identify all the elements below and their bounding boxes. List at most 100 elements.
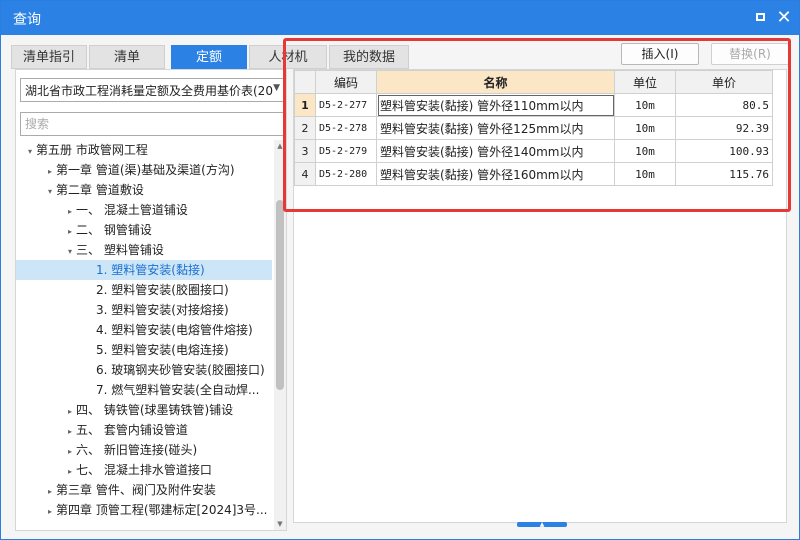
maximize-button[interactable]	[749, 7, 771, 29]
header-price[interactable]: 单价	[675, 70, 773, 94]
tree-scrollbar[interactable]: ▲ ▼	[274, 140, 286, 530]
insert-button[interactable]: 插入(I)	[621, 43, 699, 65]
replace-button[interactable]: 替换(R)	[711, 43, 789, 65]
tree-item[interactable]: ▾ 三、 塑料管铺设	[16, 240, 272, 260]
expand-icon[interactable]: ▸	[44, 502, 56, 520]
tree-item[interactable]: ▸ 二、 钢管铺设	[16, 220, 272, 240]
tree-item-label: 2. 塑料管安装(胶圈接口)	[96, 283, 229, 297]
table-row[interactable]: 1 D5-2-277 塑料管安装(黏接) 管外径110mm以内 10m 80.5	[294, 93, 773, 117]
table-header-row: 编码 名称 单位 单价	[294, 70, 773, 94]
cell-name[interactable]: 塑料管安装(黏接) 管外径160mm以内	[376, 162, 615, 186]
header-code[interactable]: 编码	[315, 70, 377, 94]
expand-icon[interactable]: ▸	[64, 222, 76, 240]
tree-item[interactable]: 7. 燃气塑料管安装(全自动焊...	[16, 380, 272, 400]
tree-item[interactable]: ▸ 第四章 顶管工程(鄂建标定[2024]3号...	[16, 500, 272, 520]
tree-item-label: 第一章 管道(渠)基础及渠道(方沟)	[56, 163, 235, 177]
cell-price[interactable]: 115.76	[675, 162, 773, 186]
collapse-icon[interactable]: ▾	[64, 242, 76, 260]
tree-item[interactable]: ▸ 七、 混凝土排水管道接口	[16, 460, 272, 480]
cell-price[interactable]: 80.5	[675, 93, 773, 117]
panel-splitter[interactable]: ▲	[517, 522, 567, 528]
tree-item-label: 1. 塑料管安装(黏接)	[96, 263, 205, 277]
row-number[interactable]: 1	[294, 93, 316, 117]
cell-code[interactable]: D5-2-280	[315, 162, 377, 186]
tree-item-label: 第二章 管道敷设	[56, 183, 144, 197]
tab-quota[interactable]: 定额	[171, 45, 247, 69]
title-bar[interactable]: 查询 ✕	[1, 1, 799, 35]
cell-unit[interactable]: 10m	[614, 139, 676, 163]
expand-icon[interactable]: ▸	[64, 442, 76, 460]
tree-item-label: 第四章 顶管工程(鄂建标定[2024]3号...	[56, 503, 268, 517]
expand-icon[interactable]: ▸	[44, 162, 56, 180]
header-unit[interactable]: 单位	[614, 70, 676, 94]
search-input[interactable]	[20, 112, 284, 136]
tree-item-label: 7. 燃气塑料管安装(全自动焊...	[96, 383, 260, 397]
tree-item-label: 第三章 管件、阀门及附件安装	[56, 483, 216, 497]
tree-item[interactable]: ▸ 第一章 管道(渠)基础及渠道(方沟)	[16, 160, 272, 180]
tree-item[interactable]: ▾ 第二章 管道敷设	[16, 180, 272, 200]
expand-icon[interactable]: ▸	[64, 462, 76, 480]
tree-item[interactable]: ▸ 一、 混凝土管道铺设	[16, 200, 272, 220]
tree-item-label: 第五册 市政管网工程	[36, 143, 148, 157]
collapse-icon[interactable]: ▾	[24, 142, 36, 160]
results-table: 编码 名称 单位 单价 1 D5-2-277 塑料管安装(黏接) 管外径110mm以…	[294, 70, 773, 186]
cell-unit[interactable]: 10m	[614, 162, 676, 186]
cell-name[interactable]: 塑料管安装(黏接) 管外径110mm以内	[376, 93, 615, 117]
row-number[interactable]: 4	[294, 162, 316, 186]
tab-labor-material-machine[interactable]: 人材机	[249, 45, 327, 69]
tree-item-label: 二、 钢管铺设	[76, 223, 152, 237]
expand-icon[interactable]: ▸	[44, 482, 56, 500]
tab-my-data[interactable]: 我的数据	[329, 45, 409, 69]
tree-item[interactable]: 5. 塑料管安装(电熔连接)	[16, 340, 272, 360]
cell-name[interactable]: 塑料管安装(黏接) 管外径140mm以内	[376, 139, 615, 163]
header-name[interactable]: 名称	[376, 70, 615, 94]
scroll-up-icon[interactable]: ▲	[274, 140, 286, 152]
table-row[interactable]: 3 D5-2-279 塑料管安装(黏接) 管外径140mm以内 10m 100.93	[294, 139, 773, 163]
close-icon: ✕	[776, 7, 792, 28]
close-button[interactable]: ✕	[773, 7, 795, 29]
tree-item[interactable]: ▸ 四、 铸铁管(球墨铸铁管)铺设	[16, 400, 272, 420]
collapse-icon[interactable]: ▾	[44, 182, 56, 200]
cell-unit[interactable]: 10m	[614, 93, 676, 117]
tree-item[interactable]: ▾ 第五册 市政管网工程	[16, 140, 272, 160]
cell-name[interactable]: 塑料管安装(黏接) 管外径125mm以内	[376, 116, 615, 140]
header-rownum	[294, 70, 316, 94]
cell-unit[interactable]: 10m	[614, 116, 676, 140]
tab-bill[interactable]: 清单	[89, 45, 165, 69]
tree-item[interactable]: 1. 塑料管安装(黏接)	[16, 260, 272, 280]
tree-item-label: 七、 混凝土排水管道接口	[76, 463, 212, 477]
expand-icon[interactable]: ▸	[64, 422, 76, 440]
row-number[interactable]: 3	[294, 139, 316, 163]
row-number[interactable]: 2	[294, 116, 316, 140]
cell-code[interactable]: D5-2-277	[315, 93, 377, 117]
tree-item-label: 一、 混凝土管道铺设	[76, 203, 188, 217]
expand-icon[interactable]: ▸	[64, 202, 76, 220]
scroll-down-icon[interactable]: ▼	[274, 518, 286, 530]
tree-item[interactable]: 4. 塑料管安装(电熔管件熔接)	[16, 320, 272, 340]
query-dialog: 查询 ✕ 清单指引 清单 定额 人材机 我的数据 湖北省市政工程消耗量定额及全费…	[0, 0, 800, 540]
tree-item-label: 四、 铸铁管(球墨铸铁管)铺设	[76, 403, 234, 417]
tree-item[interactable]: ▸ 第三章 管件、阀门及附件安装	[16, 480, 272, 500]
library-select-value: 湖北省市政工程消耗量定额及全费用基价表(20	[25, 84, 273, 98]
library-select[interactable]: 湖北省市政工程消耗量定额及全费用基价表(20 ▼	[20, 78, 284, 102]
cell-price[interactable]: 92.39	[675, 116, 773, 140]
maximize-icon	[755, 13, 765, 21]
scroll-thumb[interactable]	[276, 200, 284, 390]
tree-item[interactable]: ▸ 五、 套管内铺设管道	[16, 420, 272, 440]
table-row[interactable]: 4 D5-2-280 塑料管安装(黏接) 管外径160mm以内 10m 115.76	[294, 162, 773, 186]
table-row[interactable]: 2 D5-2-278 塑料管安装(黏接) 管外径125mm以内 10m 92.39	[294, 116, 773, 140]
tree-item[interactable]: 2. 塑料管安装(胶圈接口)	[16, 280, 272, 300]
cell-code[interactable]: D5-2-279	[315, 139, 377, 163]
tree-item[interactable]: ▸ 六、 新旧管连接(碰头)	[16, 440, 272, 460]
tree-item[interactable]: 6. 玻璃钢夹砂管安装(胶圈接口)	[16, 360, 272, 380]
cell-code[interactable]: D5-2-278	[315, 116, 377, 140]
tree-item-label: 三、 塑料管铺设	[76, 243, 164, 257]
cell-price[interactable]: 100.93	[675, 139, 773, 163]
expand-icon[interactable]: ▸	[64, 402, 76, 420]
tab-bill-guide[interactable]: 清单指引	[11, 45, 87, 69]
chevron-down-icon: ▼	[273, 83, 280, 93]
results-panel: 编码 名称 单位 单价 1 D5-2-277 塑料管安装(黏接) 管外径110mm以…	[293, 69, 787, 523]
tree-item[interactable]: 3. 塑料管安装(对接熔接)	[16, 300, 272, 320]
tree-item-label: 4. 塑料管安装(电熔管件熔接)	[96, 323, 253, 337]
quota-tree: ▾ 第五册 市政管网工程 ▸ 第一章 管道(渠)基础及渠道(方沟) ▾ 第二章 管道敷设 ▸…	[16, 140, 272, 530]
